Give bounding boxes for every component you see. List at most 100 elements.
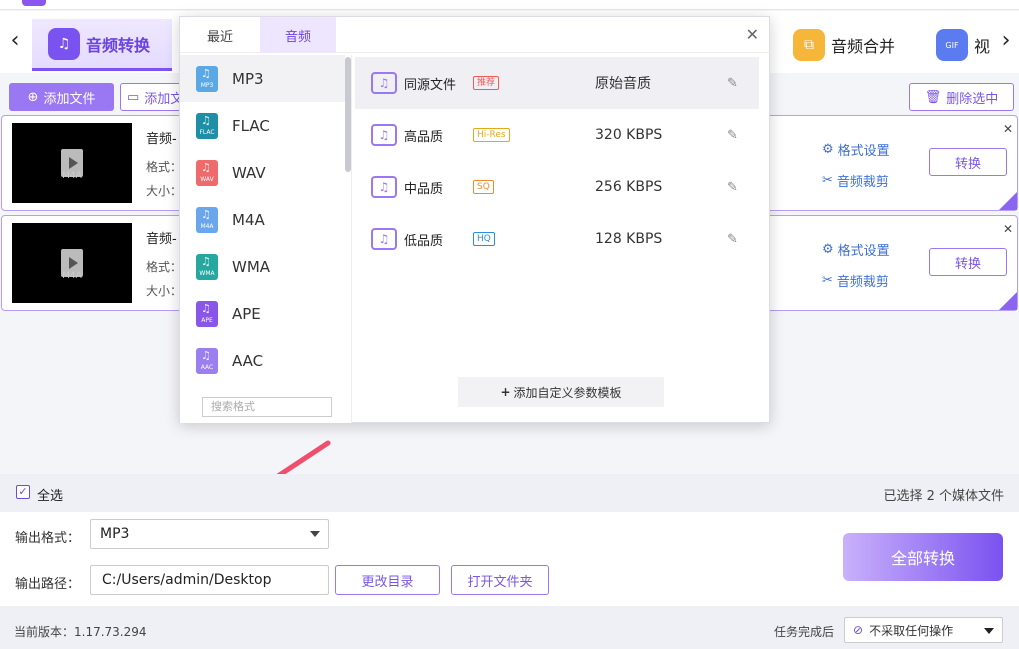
- quality-row-medium[interactable]: ♫ 中品质 SQ 256 KBPS ✎: [355, 161, 759, 213]
- format-settings-link[interactable]: ⚙ 格式设置: [822, 140, 890, 159]
- format-name: FLAC: [232, 116, 270, 135]
- format-name: WAV: [232, 163, 266, 182]
- tab-audio-convert[interactable]: ♫ 音频转换: [32, 19, 172, 71]
- add-template-button[interactable]: + 添加自定义参数模板: [458, 377, 664, 407]
- convert-button[interactable]: 转换: [929, 248, 1007, 276]
- tab-video[interactable]: GIF 视: [936, 19, 990, 71]
- edit-pencil-icon[interactable]: ✎: [727, 180, 738, 195]
- quality-name: 高品质: [404, 129, 444, 145]
- tab-label: 音频转换: [86, 35, 151, 55]
- format-name: APE: [232, 304, 261, 323]
- quality-badge: Hi-Res: [473, 128, 510, 142]
- flac-file-icon: FLAC: [196, 112, 218, 139]
- format-item-m4a[interactable]: M4A M4A: [180, 196, 345, 243]
- output-format-label: 输出格式：: [15, 531, 81, 546]
- audio-trim-link[interactable]: ✂ 音频裁剪: [822, 171, 889, 190]
- quality-name: 同源文件: [404, 77, 457, 93]
- selected-check-icon: [999, 292, 1017, 310]
- after-task-select[interactable]: ⊘ 不采取任何操作: [844, 617, 1003, 643]
- edit-pencil-icon[interactable]: ✎: [727, 128, 738, 143]
- quality-badge: SQ: [473, 180, 494, 194]
- music-note-icon: ♫: [371, 124, 397, 146]
- change-directory-button[interactable]: 更改目录: [335, 565, 440, 595]
- trash-icon: 🗑: [924, 89, 942, 105]
- audio-trim-label: 音频裁剪: [836, 175, 889, 190]
- plus-icon: +: [500, 385, 511, 399]
- add-file-button[interactable]: ⊕ 添加文件: [9, 83, 114, 111]
- folder-icon: ▭: [127, 89, 140, 105]
- audio-trim-link[interactable]: ✂ 音频裁剪: [822, 271, 889, 290]
- quality-name: 低品质: [404, 233, 444, 249]
- quality-badge: HQ: [473, 232, 495, 246]
- format-tag: M4A: [200, 222, 214, 230]
- gif-icon: GIF: [936, 29, 968, 61]
- format-name: M4A: [232, 210, 265, 229]
- convert-all-button[interactable]: 全部转换: [843, 533, 1003, 581]
- format-item-mp3[interactable]: MP3 MP3: [180, 55, 345, 102]
- close-icon[interactable]: ✕: [746, 25, 759, 44]
- quality-row-source[interactable]: ♫ 同源文件 推荐 原始音质 ✎: [355, 57, 759, 109]
- popup-tabs: 最近 音频 ✕: [180, 17, 771, 53]
- scissors-icon: ✂: [822, 273, 833, 288]
- file-name: 音频-: [146, 132, 177, 147]
- file-size: 大小：: [146, 184, 183, 198]
- format-item-flac[interactable]: FLAC FLAC: [180, 102, 345, 149]
- format-search-input[interactable]: 搜索格式: [202, 397, 332, 417]
- status-bar: 当前版本：1.17.73.294 任务完成后 ⊘ 不采取任何操作: [0, 606, 1019, 649]
- tab-label: 视: [974, 37, 991, 56]
- format-item-wma[interactable]: WMA WMA: [180, 243, 345, 290]
- tab-label: 音频合并: [831, 37, 896, 56]
- format-name: WMA: [232, 257, 271, 276]
- music-note-icon: ♫: [371, 176, 397, 198]
- quality-row-high[interactable]: ♫ 高品质 Hi-Res 320 KBPS ✎: [355, 109, 759, 161]
- tab-audio-merge[interactable]: ⧉ 音频合并: [793, 19, 895, 71]
- tab-recent[interactable]: 最近: [180, 17, 260, 53]
- nav-prev-arrow-icon[interactable]: ‹: [5, 29, 25, 53]
- select-all-checkbox[interactable]: ✓: [16, 485, 30, 499]
- add-template-label: 添加自定义参数模板: [513, 385, 622, 400]
- headphones-icon: ♫: [48, 27, 80, 60]
- output-format-value: MP3: [100, 526, 130, 542]
- output-format-select[interactable]: MP3: [90, 519, 329, 549]
- gear-icon: ⚙: [822, 242, 834, 257]
- merge-icon: ⧉: [793, 29, 825, 61]
- format-item-wav[interactable]: WAV WAV: [180, 149, 345, 196]
- quality-row-low[interactable]: ♫ 低品质 HQ 128 KBPS ✎: [355, 213, 759, 265]
- edit-pencil-icon[interactable]: ✎: [727, 232, 738, 247]
- file-size: 大小：: [146, 284, 183, 298]
- add-file-label: 添加文件: [43, 91, 96, 107]
- audio-trim-label: 音频裁剪: [836, 275, 889, 290]
- delete-selected-button[interactable]: 🗑 删除选中: [909, 83, 1014, 111]
- format-list-scrollbar[interactable]: [345, 57, 351, 172]
- gear-icon: ⚙: [822, 142, 834, 157]
- title-strip: [0, 0, 1019, 10]
- output-path-input[interactable]: C:/Users/admin/Desktop: [90, 565, 329, 595]
- mp3-file-icon: MP3: [196, 65, 218, 92]
- format-item-ape[interactable]: APE APE: [180, 290, 345, 337]
- quality-name: 中品质: [404, 181, 444, 197]
- wav-file-icon: WAV: [196, 159, 218, 186]
- format-tag: APE: [201, 316, 213, 324]
- nav-next-arrow-icon[interactable]: ›: [996, 29, 1016, 53]
- output-path-label: 输出路径：: [15, 577, 81, 592]
- open-folder-button[interactable]: 打开文件夹: [451, 565, 549, 595]
- close-icon[interactable]: ✕: [1003, 222, 1013, 236]
- tab-audio[interactable]: 音频: [260, 17, 336, 53]
- file-format: 格式：: [146, 260, 183, 274]
- edit-pencil-icon[interactable]: ✎: [727, 76, 738, 91]
- format-tag: MP3: [200, 81, 214, 89]
- convert-button[interactable]: 转换: [929, 148, 1007, 176]
- close-icon[interactable]: ✕: [1003, 122, 1013, 136]
- quality-rate: 128 KBPS: [595, 231, 663, 247]
- format-name: AAC: [232, 351, 264, 370]
- no-action-icon: ⊘: [853, 623, 864, 637]
- music-note-icon: ♫: [371, 228, 397, 250]
- format-settings-link[interactable]: ⚙ 格式设置: [822, 240, 890, 259]
- wma-file-icon: WMA: [196, 253, 218, 280]
- plus-circle-icon: ⊕: [27, 89, 39, 105]
- music-note-icon: ♫: [371, 72, 397, 94]
- format-list: MP3 MP3 FLAC FLAC WAV WAV M4A M4A WMA WM…: [180, 55, 352, 423]
- chevron-down-icon: [984, 628, 994, 634]
- format-tag: WAV: [200, 175, 214, 183]
- format-item-aac[interactable]: AAC AAC: [180, 337, 345, 384]
